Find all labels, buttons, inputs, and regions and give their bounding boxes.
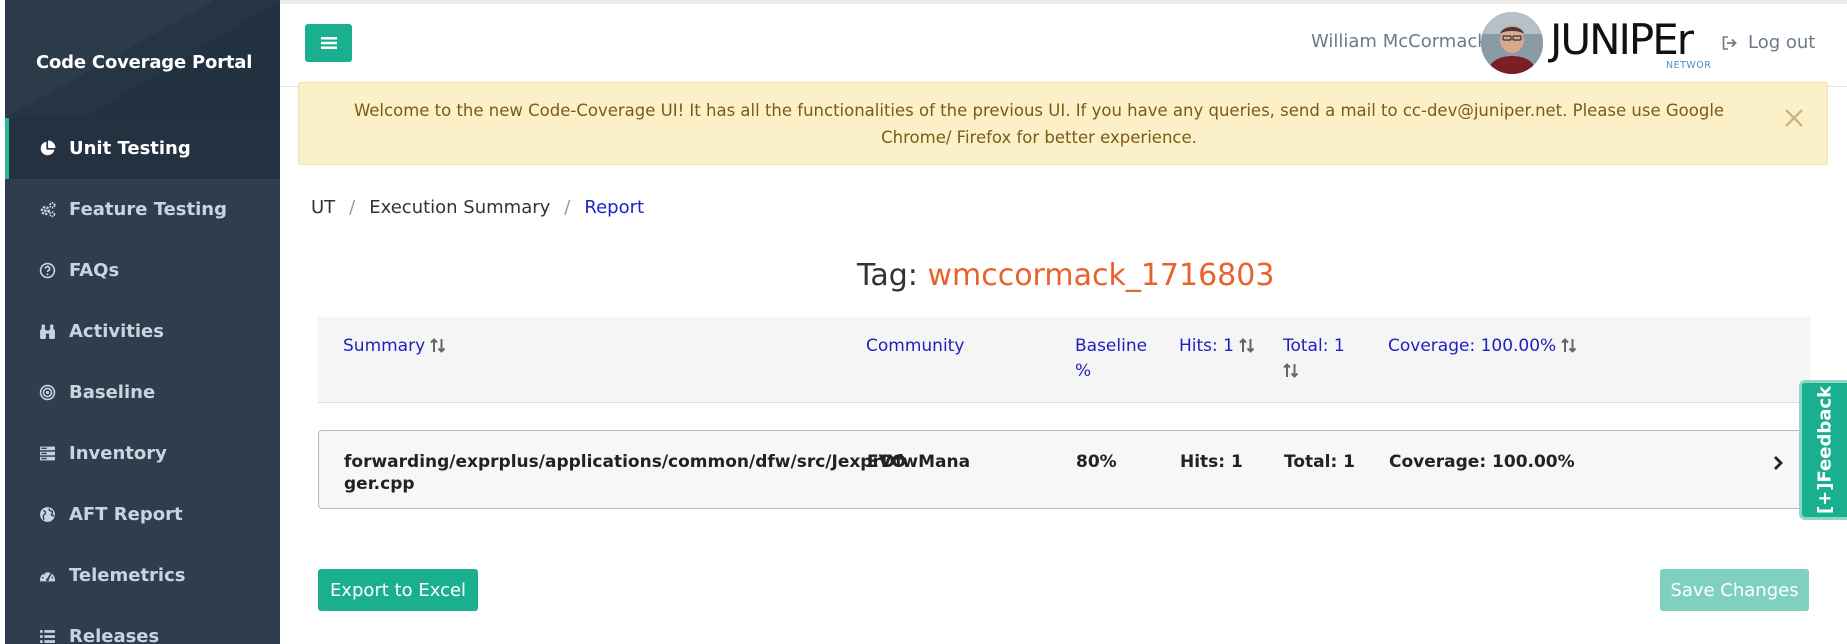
avatar[interactable] — [1481, 12, 1543, 74]
bullseye-icon — [37, 383, 57, 403]
sidebar-item-label: Inventory — [69, 443, 167, 464]
question-circle-icon — [37, 261, 57, 281]
sign-out-icon — [1722, 35, 1737, 50]
sidebar-item-label: Baseline — [69, 382, 156, 403]
column-header-baseline[interactable]: Baseline % — [1075, 334, 1147, 384]
tag-heading: Tag: wmccormack_1716803 — [857, 258, 1274, 293]
welcome-alert: Welcome to the new Code-Coverage UI! It … — [298, 82, 1828, 165]
user-name[interactable]: William McCormack — [1311, 31, 1488, 52]
sidebar-item-unit-testing[interactable]: Unit Testing — [5, 118, 280, 179]
cell-community: EVO — [867, 452, 906, 472]
juniper-logo: JUNIPEr NETWORKS — [1547, 15, 1724, 76]
tag-label: Tag: — [857, 258, 918, 293]
sidebar-item-activities[interactable]: Activities — [5, 301, 280, 362]
logo-text: JUNIPEr — [1548, 16, 1695, 64]
column-header-label: Community — [866, 336, 965, 356]
breadcrumb-item-report[interactable]: Report — [584, 197, 644, 218]
sidebar-nav: Unit Testing Feature Testing FAQs Activi… — [5, 118, 280, 644]
sidebar-item-label: AFT Report — [69, 504, 183, 525]
gears-icon — [37, 200, 57, 220]
tag-value: wmccormack_1716803 — [927, 258, 1275, 293]
feedback-label: [+]Feedback — [1814, 385, 1835, 515]
breadcrumb: UT / Execution Summary / Report — [311, 197, 644, 218]
sidebar-item-label: Releases — [69, 626, 160, 644]
column-header-community[interactable]: Community — [866, 334, 964, 359]
column-header-summary[interactable]: Summary — [343, 334, 446, 359]
column-header-total[interactable]: Total: 1 — [1283, 334, 1345, 384]
cell-summary-line: ger.cpp — [344, 474, 415, 494]
menu-toggle-button[interactable] — [305, 24, 352, 62]
top-nav-bar: William McCormack JUNIPEr NETWORKS Log o… — [280, 0, 1847, 87]
sidebar-item-label: FAQs — [69, 260, 120, 281]
app-title[interactable]: Code Coverage Portal — [36, 52, 252, 73]
sidebar-item-telemetrics[interactable]: Telemetrics — [5, 545, 280, 606]
expand-row-button[interactable] — [1772, 455, 1784, 475]
table-header: Summary Community Baseline % Hits: 1 Tot… — [318, 317, 1810, 403]
column-header-label: % — [1075, 361, 1092, 381]
cell-total: Total: 1 — [1284, 452, 1355, 472]
sort-icon — [1283, 363, 1299, 378]
sidebar-item-aft-report[interactable]: AFT Report — [5, 484, 280, 545]
chevron-right-icon — [1774, 456, 1783, 470]
server-icon — [37, 444, 57, 464]
column-header-label: Summary — [343, 336, 426, 356]
sidebar-item-faqs[interactable]: FAQs — [5, 240, 280, 301]
binoculars-icon — [37, 322, 57, 342]
column-header-label: Total: 1 — [1283, 336, 1345, 356]
column-header-coverage[interactable]: Coverage: 100.00% — [1388, 334, 1577, 359]
logo-subtext: NETWORKS — [1666, 60, 1711, 71]
breadcrumb-item-execution-summary[interactable]: Execution Summary — [369, 197, 550, 218]
sidebar: Code Coverage Portal Unit Testing Featur… — [5, 0, 280, 644]
breadcrumb-item-ut[interactable]: UT — [311, 197, 335, 218]
cell-summary: forwarding/exprplus/applications/common/… — [344, 451, 970, 495]
feedback-tab[interactable]: [+]Feedback — [1799, 380, 1847, 520]
sort-icon — [1239, 338, 1255, 353]
cell-hits: Hits: 1 — [1180, 452, 1243, 472]
alert-message: Welcome to the new Code-Coverage UI! It … — [353, 101, 1725, 147]
column-header-label: Baseline — [1075, 336, 1148, 356]
hamburger-icon — [320, 37, 337, 49]
column-header-label: Hits: 1 — [1179, 336, 1234, 356]
alert-close-button[interactable] — [1779, 103, 1809, 133]
globe-icon — [37, 505, 57, 525]
sidebar-item-label: Telemetrics — [69, 565, 186, 586]
column-header-hits[interactable]: Hits: 1 — [1179, 334, 1255, 359]
pie-chart-icon — [37, 139, 57, 159]
sidebar-item-baseline[interactable]: Baseline — [5, 362, 280, 423]
logout-link[interactable]: Log out — [1722, 32, 1815, 53]
sidebar-item-feature-testing[interactable]: Feature Testing — [5, 179, 280, 240]
sidebar-item-label: Unit Testing — [69, 138, 191, 159]
list-icon — [37, 627, 57, 644]
sidebar-item-releases[interactable]: Releases — [5, 606, 280, 644]
table-row[interactable]: forwarding/exprplus/applications/common/… — [318, 430, 1810, 509]
breadcrumb-separator: / — [349, 197, 356, 218]
column-header-label: Coverage: 100.00% — [1388, 336, 1557, 356]
cell-baseline: 80% — [1076, 452, 1117, 472]
sidebar-item-inventory[interactable]: Inventory — [5, 423, 280, 484]
logout-label: Log out — [1748, 32, 1816, 53]
sidebar-item-label: Feature Testing — [69, 199, 227, 220]
sidebar-header: Code Coverage Portal — [5, 0, 280, 118]
sort-icon — [430, 338, 446, 353]
breadcrumb-separator: / — [564, 197, 571, 218]
sidebar-item-label: Activities — [69, 321, 164, 342]
cell-coverage: Coverage: 100.00% — [1389, 452, 1575, 472]
close-icon — [1785, 109, 1803, 127]
save-changes-button[interactable]: Save Changes — [1660, 569, 1809, 611]
sort-icon — [1561, 338, 1577, 353]
dashboard-icon — [37, 566, 57, 586]
export-to-excel-button[interactable]: Export to Excel — [318, 569, 478, 611]
